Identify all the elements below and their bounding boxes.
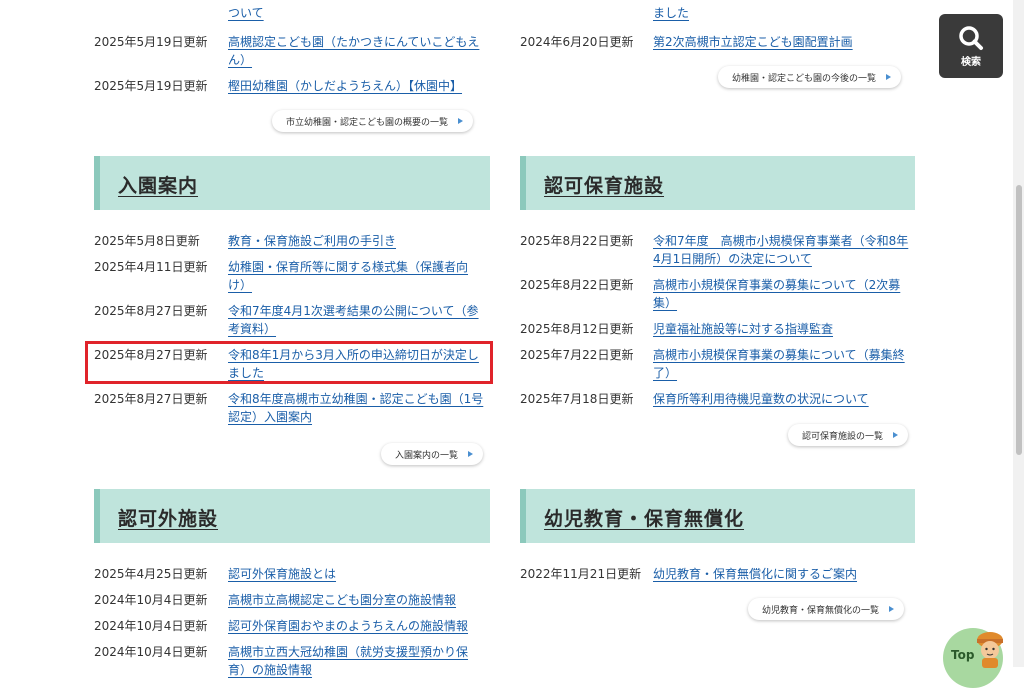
news-row: 2025年4月25日更新 認可外保育施設とは <box>94 565 336 583</box>
news-date: 2025年4月25日更新 <box>94 567 208 581</box>
news-row: 2022年11月21日更新 幼児教育・保育無償化に関するご案内 <box>520 565 857 583</box>
back-to-top-label: Top <box>951 648 975 662</box>
news-link[interactable]: 幼児教育・保育無償化に関するご案内 <box>653 565 857 583</box>
news-row: 2025年8月22日更新 高槻市小規模保育事業の募集について（2次募 集） <box>520 276 915 312</box>
news-row: 2025年7月18日更新 保育所等利用待機児童数の状況について <box>520 390 869 408</box>
news-date: 2025年7月18日更新 <box>520 392 634 406</box>
news-date: 2025年4月11日更新 <box>94 260 208 274</box>
news-date: 2024年10月4日更新 <box>94 645 208 659</box>
news-row: 2025年5月19日更新 高槻認定こども園（たかつきにんていこどもえ ん） <box>94 33 488 69</box>
news-row: 2025年7月22日更新 高槻市小規模保育事業の募集について（募集終 了） <box>520 346 915 382</box>
section-heading-unlicensed: 認可外施設 <box>94 489 490 543</box>
more-button-free-education[interactable]: 幼児教育・保育無償化の一覧 <box>748 598 905 620</box>
news-link[interactable]: 第2次高槻市立認定こども園配置計画 <box>653 33 853 51</box>
news-link[interactable]: 保育所等利用待機児童数の状況について <box>653 390 869 408</box>
news-row: 2024年6月20日更新 第2次高槻市立認定こども園配置計画 <box>520 33 853 51</box>
section-heading-admission: 入園案内 <box>94 156 490 210</box>
news-date: 2025年8月12日更新 <box>520 322 634 336</box>
arrow-right-icon <box>886 74 892 80</box>
scrollbar-thumb[interactable] <box>1016 185 1022 455</box>
news-link[interactable]: 高槻市小規模保育事業の募集について（募集終 了） <box>653 346 915 382</box>
arrow-right-icon <box>893 432 899 438</box>
news-date: 2024年10月4日更新 <box>94 593 208 607</box>
news-link[interactable]: 教育・保育施設ご利用の手引き <box>228 232 396 250</box>
news-date: 2022年11月21日更新 <box>520 567 642 581</box>
news-date: 2025年5月8日更新 <box>94 234 200 248</box>
highlight-box <box>85 341 493 384</box>
news-date: 2025年8月27日更新 <box>94 304 208 318</box>
news-link[interactable]: 認可外保育施設とは <box>228 565 336 583</box>
news-link[interactable]: 令和7年度 高槻市小規模保育事業者（令和8年 4月1日開所）の決定について <box>653 232 915 268</box>
more-button-future-plans[interactable]: 幼稚園・認定こども園の今後の一覧 <box>718 66 902 88</box>
news-link[interactable]: 児童福祉施設等に対する指導監査 <box>653 320 833 338</box>
news-link[interactable]: 高槻市小規模保育事業の募集について（2次募 集） <box>653 276 915 312</box>
news-link[interactable]: 高槻認定こども園（たかつきにんていこどもえ ん） <box>228 33 488 69</box>
news-link[interactable]: 高槻市立西大冠幼稚園（就労支援型預かり保 育）の施設情報 <box>228 643 488 679</box>
news-row: 2025年8月22日更新 令和7年度 高槻市小規模保育事業者（令和8年 4月1日開… <box>520 232 915 268</box>
arrow-right-icon <box>889 606 895 612</box>
news-link[interactable]: 認可外保育園おやまのようちえんの施設情報 <box>228 617 468 635</box>
search-icon <box>959 25 983 50</box>
news-date: 2025年5月19日更新 <box>94 79 208 93</box>
more-button-licensed[interactable]: 認可保育施設の一覧 <box>788 424 909 446</box>
news-row: 2025年8月27日更新 令和8年度高槻市立幼稚園・認定こども園（1号 認定）入園… <box>94 390 488 426</box>
news-link[interactable]: 令和7年度4月1次選考結果の公開について（参 考資料） <box>228 302 488 338</box>
search-label: 検索 <box>961 56 981 68</box>
news-row: 2025年5月8日更新 教育・保育施設ご利用の手引き <box>94 232 396 250</box>
section-heading-licensed: 認可保育施設 <box>520 156 915 210</box>
news-date: 2024年10月4日更新 <box>94 619 208 633</box>
news-row: 2024年10月4日更新 高槻市立高槻認定こども園分室の施設情報 <box>94 591 456 609</box>
news-date: 2024年6月20日更新 <box>520 35 634 49</box>
arrow-right-icon <box>458 118 464 124</box>
news-date: 2025年8月22日更新 <box>520 234 634 248</box>
section-heading-link[interactable]: 入園案内 <box>118 171 198 198</box>
news-date: 2025年8月22日更新 <box>520 278 634 292</box>
back-to-top-button[interactable]: Top <box>943 628 1003 688</box>
news-link[interactable]: 高槻市立高槻認定こども園分室の施設情報 <box>228 591 456 609</box>
mascot-icon <box>977 632 1003 668</box>
search-button[interactable]: 検索 <box>939 14 1003 78</box>
more-button-admission[interactable]: 入園案内の一覧 <box>381 443 484 465</box>
section-heading-link[interactable]: 認可保育施設 <box>544 171 664 198</box>
news-link[interactable]: 樫田幼稚園（かしだようちえん）【休園中】 <box>228 77 462 95</box>
more-button-municipal-kindergartens[interactable]: 市立幼稚園・認定こども園の概要の一覧 <box>272 110 474 132</box>
news-row: 2024年10月4日更新 高槻市立西大冠幼稚園（就労支援型預かり保 育）の施設情報 <box>94 643 488 679</box>
news-link[interactable]: 幼稚園・保育所等に関する様式集（保護者向 け） <box>228 258 488 294</box>
news-link[interactable]: ました <box>653 4 689 22</box>
arrow-right-icon <box>468 451 474 457</box>
news-link[interactable]: ついて <box>228 4 264 22</box>
news-row: 2025年4月11日更新 幼稚園・保育所等に関する様式集（保護者向 け） <box>94 258 488 294</box>
news-row: 2025年8月12日更新 児童福祉施設等に対する指導監査 <box>520 320 833 338</box>
news-row: 2025年8月27日更新 令和7年度4月1次選考結果の公開について（参 考資料） <box>94 302 488 338</box>
news-date: 2025年5月19日更新 <box>94 35 208 49</box>
section-heading-free-education: 幼児教育・保育無償化 <box>520 489 915 543</box>
news-date: 2025年8月27日更新 <box>94 392 208 406</box>
news-row: 2025年5月19日更新 樫田幼稚園（かしだようちえん）【休園中】 <box>94 77 462 95</box>
section-heading-link[interactable]: 認可外施設 <box>118 504 218 531</box>
news-row: 2024年10月4日更新 認可外保育園おやまのようちえんの施設情報 <box>94 617 468 635</box>
news-link[interactable]: 令和8年度高槻市立幼稚園・認定こども園（1号 認定）入園案内 <box>228 390 488 426</box>
news-date: 2025年7月22日更新 <box>520 348 634 362</box>
section-heading-link[interactable]: 幼児教育・保育無償化 <box>544 504 744 531</box>
